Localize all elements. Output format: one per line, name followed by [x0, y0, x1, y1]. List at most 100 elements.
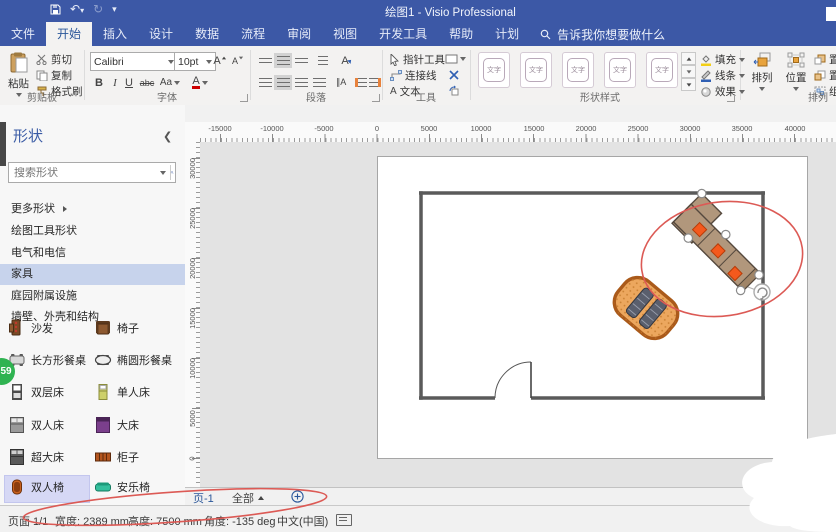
- keyboard-icon[interactable]: [336, 514, 352, 526]
- tab-review[interactable]: 审阅: [276, 22, 322, 46]
- shape-style-swatch-5[interactable]: 文字: [646, 52, 678, 88]
- bullet-list-button[interactable]: [314, 53, 332, 68]
- shape-search-box[interactable]: [8, 162, 176, 183]
- redo-icon[interactable]: ↻: [93, 2, 103, 16]
- styles-scroll-up[interactable]: [681, 52, 696, 65]
- font-family-combo[interactable]: Calibri: [90, 52, 178, 71]
- status-height[interactable]: 高度: 7500 mm: [128, 513, 202, 529]
- rotation-handle[interactable]: [754, 284, 770, 301]
- tab-insert[interactable]: 插入: [92, 22, 138, 46]
- title-bar: ↶▾ ↻ ▾ 绘图1 - Visio Professional: [0, 0, 836, 22]
- tab-data[interactable]: 数据: [184, 22, 230, 46]
- tab-developer[interactable]: 开发工具: [368, 22, 438, 46]
- search-go-icon[interactable]: [170, 166, 175, 179]
- shape-loveseat[interactable]: 双人椅: [8, 477, 64, 497]
- line-button[interactable]: 线条: [700, 68, 745, 83]
- shapes-panel: 形状 ❮ 更多形状 绘图工具形状 电气和电信 家具 庭园附属设施 墙壁、外壳和结…: [0, 105, 186, 505]
- arrange-button[interactable]: 排列: [748, 52, 776, 91]
- align-center-button[interactable]: [274, 75, 292, 90]
- shape-rect-dining-table[interactable]: 长方形餐桌: [8, 350, 86, 370]
- shape-large-bed[interactable]: 大床: [94, 415, 139, 435]
- category-more-shapes[interactable]: 更多形状: [0, 199, 187, 220]
- category-electrical-telecom[interactable]: 电气和电信: [0, 243, 187, 264]
- search-dropdown-icon[interactable]: [160, 171, 166, 175]
- shape-extra-large-bed[interactable]: 超大床: [8, 447, 64, 467]
- shape-styles-dialog-launcher[interactable]: [727, 94, 735, 102]
- shape-search-input[interactable]: [9, 167, 156, 179]
- shape-cabinet[interactable]: 柜子: [94, 447, 139, 467]
- fill-button[interactable]: 填充: [700, 52, 745, 67]
- shape-style-swatch-2[interactable]: 文字: [520, 52, 552, 88]
- status-language[interactable]: 中文(中国): [277, 513, 328, 529]
- shape-style-swatch-1[interactable]: 文字: [478, 52, 510, 88]
- tab-design[interactable]: 设计: [138, 22, 184, 46]
- category-furniture[interactable]: 家具: [0, 264, 187, 285]
- tab-process[interactable]: 流程: [230, 22, 276, 46]
- page-tab-1[interactable]: 页-1: [193, 490, 214, 506]
- rectangle-tool-button[interactable]: [443, 51, 467, 66]
- shape-sofa[interactable]: 沙发: [8, 318, 53, 338]
- align-top-button[interactable]: [256, 53, 274, 68]
- loveseat-shape[interactable]: [607, 271, 684, 346]
- undo-icon[interactable]: ↶▾: [70, 2, 84, 16]
- shape-style-swatch-3[interactable]: 文字: [562, 52, 594, 88]
- connector-tool-button[interactable]: 连接线: [390, 68, 437, 83]
- send-to-back-button[interactable]: 置于: [814, 68, 836, 83]
- paragraph-dialog-launcher[interactable]: [372, 94, 380, 102]
- tab-file[interactable]: 文件: [0, 22, 46, 46]
- customize-qat-icon[interactable]: ▾: [112, 4, 117, 15]
- tab-help[interactable]: 帮助: [438, 22, 484, 46]
- text-direction-button[interactable]: ∥A: [332, 75, 350, 90]
- position-button[interactable]: 位置: [782, 52, 810, 91]
- save-icon[interactable]: [50, 4, 61, 15]
- shrink-font-button[interactable]: A: [229, 53, 247, 68]
- shape-easy-chair[interactable]: 安乐椅: [94, 477, 150, 497]
- align-left-button[interactable]: [256, 75, 274, 90]
- rotate-text-button[interactable]: A: [338, 53, 356, 68]
- all-pages-button[interactable]: 全部: [232, 490, 264, 506]
- effects-button[interactable]: 效果: [700, 84, 745, 99]
- justify-button[interactable]: [310, 75, 328, 90]
- font-dialog-launcher[interactable]: [240, 94, 248, 102]
- bring-to-front-button[interactable]: 置于: [814, 52, 836, 67]
- docked-stencil-strip[interactable]: [0, 122, 6, 166]
- shape-single-bed[interactable]: 单人床: [94, 382, 150, 402]
- tab-home[interactable]: 开始: [46, 22, 92, 46]
- status-page-info[interactable]: 页面 1/1: [8, 513, 48, 529]
- tab-plan[interactable]: 计划: [484, 22, 530, 46]
- increase-indent-button[interactable]: [366, 75, 384, 90]
- send-back-icon: [814, 70, 826, 81]
- tab-view[interactable]: 视图: [322, 22, 368, 46]
- shape-oval-dining-table[interactable]: 椭圆形餐桌: [94, 350, 172, 370]
- align-bottom-button[interactable]: [292, 53, 310, 68]
- shape-style-swatch-4[interactable]: 文字: [604, 52, 636, 88]
- status-width[interactable]: 宽度: 2389 mm: [55, 513, 129, 529]
- category-garden-accessories[interactable]: 庭园附属设施: [0, 286, 187, 307]
- copy-button[interactable]: 复制: [36, 68, 72, 83]
- connection-point-tool-button[interactable]: [445, 67, 463, 82]
- door-shape[interactable]: [495, 362, 531, 398]
- clipboard-group-label: 剪贴板: [0, 89, 84, 104]
- font-size-combo[interactable]: 10pt: [174, 52, 216, 71]
- arrange-group-label: 排列: [790, 89, 836, 104]
- status-angle[interactable]: 角度: -135 deg: [204, 513, 276, 529]
- shape-bunk-bed[interactable]: 双层床: [8, 382, 64, 402]
- pointer-tool-button[interactable]: 指针工具: [390, 52, 445, 67]
- align-middle-button[interactable]: [274, 53, 292, 68]
- ribbon: 粘贴 剪切 复制 格式刷 剪贴板 Calibri 10pt A A B I U …: [0, 46, 836, 106]
- scissors-icon: [36, 54, 48, 65]
- shape-chair[interactable]: 椅子: [94, 318, 139, 338]
- align-right-button[interactable]: [292, 75, 310, 90]
- styles-scroll-down[interactable]: [681, 65, 696, 78]
- font-color-button[interactable]: A: [188, 75, 212, 90]
- grow-font-button[interactable]: A: [211, 53, 229, 68]
- cut-button[interactable]: 剪切: [36, 52, 72, 67]
- sofa-shape-selected[interactable]: [667, 188, 777, 301]
- change-case-button[interactable]: Aa: [158, 75, 182, 90]
- category-drawing-tool-shapes[interactable]: 绘图工具形状: [0, 221, 187, 242]
- arrange-label: 排列: [752, 70, 773, 85]
- shape-double-bed[interactable]: 双人床: [8, 415, 64, 435]
- collapse-panel-icon[interactable]: ❮: [163, 130, 172, 143]
- tell-me-box[interactable]: 告诉我你想要做什么: [530, 22, 675, 46]
- strikethrough-button[interactable]: abc: [136, 75, 158, 90]
